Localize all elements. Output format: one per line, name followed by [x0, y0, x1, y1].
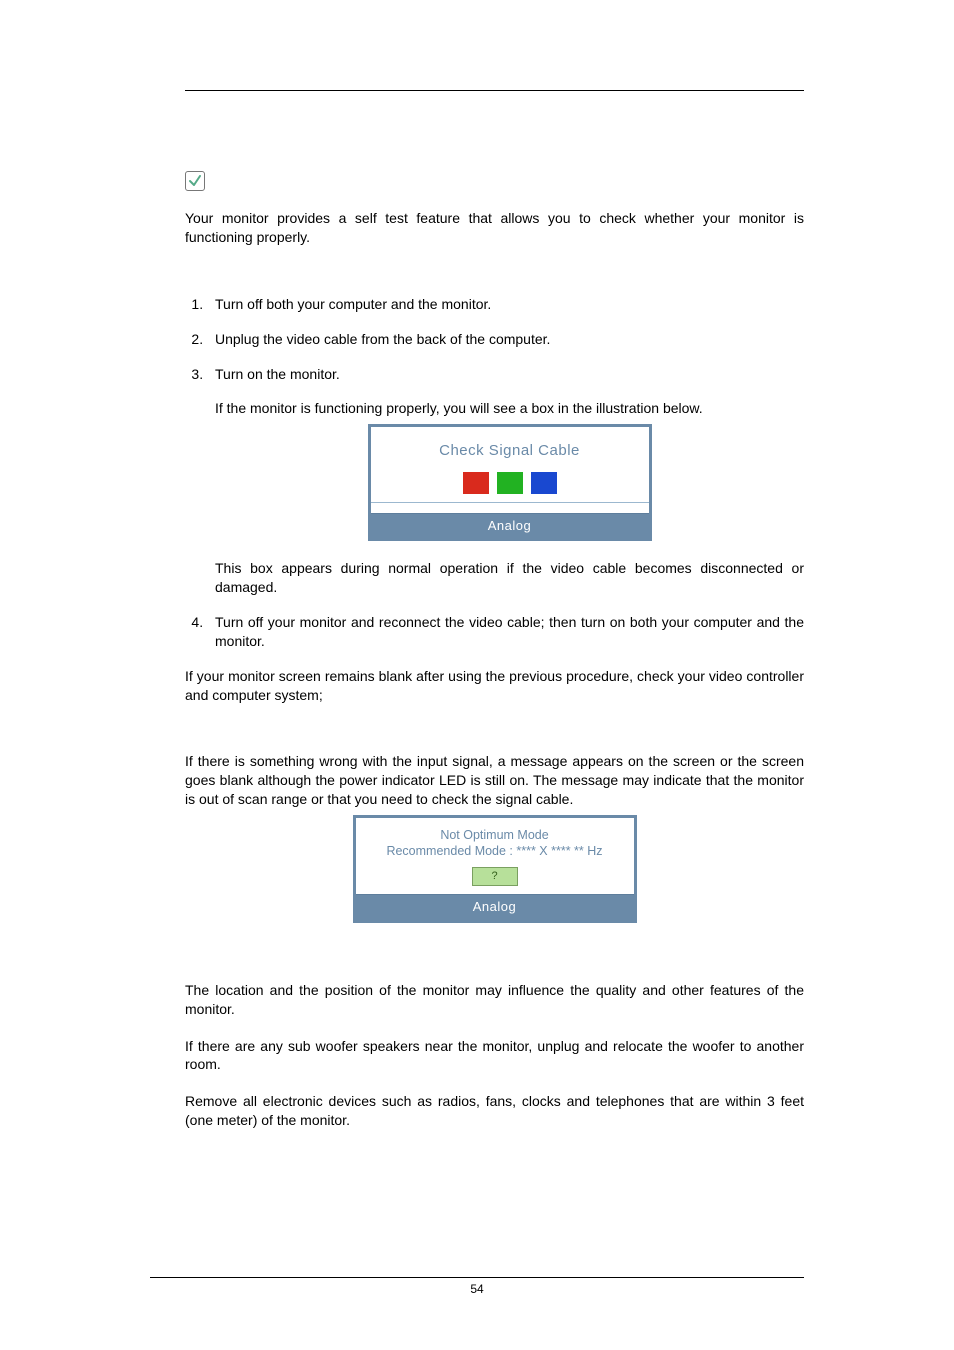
- figure-1-body: Check Signal Cable: [371, 427, 649, 512]
- intro-paragraph: Your monitor provides a self test featur…: [185, 209, 804, 247]
- step-4: Turn off your monitor and reconnect the …: [207, 613, 804, 651]
- steps-list: Turn off both your computer and the moni…: [185, 295, 804, 651]
- red-square-icon: [463, 472, 489, 494]
- env-paragraph-2: If there are any sub woofer speakers nea…: [185, 1037, 804, 1075]
- spacer: [185, 722, 804, 752]
- blue-square-icon: [531, 472, 557, 494]
- step-3: Turn on the monitor. If the monitor is f…: [207, 365, 804, 597]
- figure-not-optimum-mode: Not Optimum Mode Recommended Mode : ****…: [353, 815, 637, 923]
- note-icon: [185, 171, 205, 191]
- figure-2-footer: Analog: [356, 894, 634, 920]
- figure-2-line1: Not Optimum Mode: [366, 828, 624, 844]
- env-paragraph-3: Remove all electronic devices such as ra…: [185, 1092, 804, 1130]
- page: Your monitor provides a self test featur…: [0, 0, 954, 1350]
- figure-2-help-button: ?: [472, 867, 518, 886]
- step-3-after: This box appears during normal operation…: [215, 559, 804, 597]
- step-1: Turn off both your computer and the moni…: [207, 295, 804, 314]
- color-squares: [381, 472, 639, 502]
- bottom-rule: [150, 1277, 804, 1278]
- figure-1-divider: [371, 502, 649, 503]
- content: Your monitor provides a self test featur…: [185, 91, 804, 1130]
- figure-2-body: Not Optimum Mode Recommended Mode : ****…: [356, 818, 634, 894]
- warning-paragraph: If there is something wrong with the inp…: [185, 752, 804, 809]
- figure-2-wrap: Not Optimum Mode Recommended Mode : ****…: [185, 815, 804, 923]
- footer: 54: [150, 1277, 804, 1296]
- step-text: Turn off your monitor and reconnect the …: [215, 614, 804, 649]
- step-text: Turn on the monitor.: [215, 366, 340, 382]
- step-2: Unplug the video cable from the back of …: [207, 330, 804, 349]
- step-text: Unplug the video cable from the back of …: [215, 331, 550, 347]
- figure-2-line2: Recommended Mode : **** X **** ** Hz: [366, 844, 624, 860]
- figure-check-signal-cable: Check Signal Cable Analog: [368, 424, 652, 541]
- green-square-icon: [497, 472, 523, 494]
- step-3-note: If the monitor is functioning properly, …: [215, 399, 804, 418]
- figure-1-title: Check Signal Cable: [381, 441, 639, 461]
- step-text: Turn off both your computer and the moni…: [215, 296, 491, 312]
- figure-1-footer: Analog: [371, 513, 649, 539]
- after-steps-paragraph: If your monitor screen remains blank aft…: [185, 667, 804, 705]
- figure-1-wrap: Check Signal Cable Analog: [215, 424, 804, 541]
- env-paragraph-1: The location and the position of the mon…: [185, 981, 804, 1019]
- spacer: [185, 941, 804, 981]
- spacer: [185, 265, 804, 295]
- page-number: 54: [150, 1282, 804, 1296]
